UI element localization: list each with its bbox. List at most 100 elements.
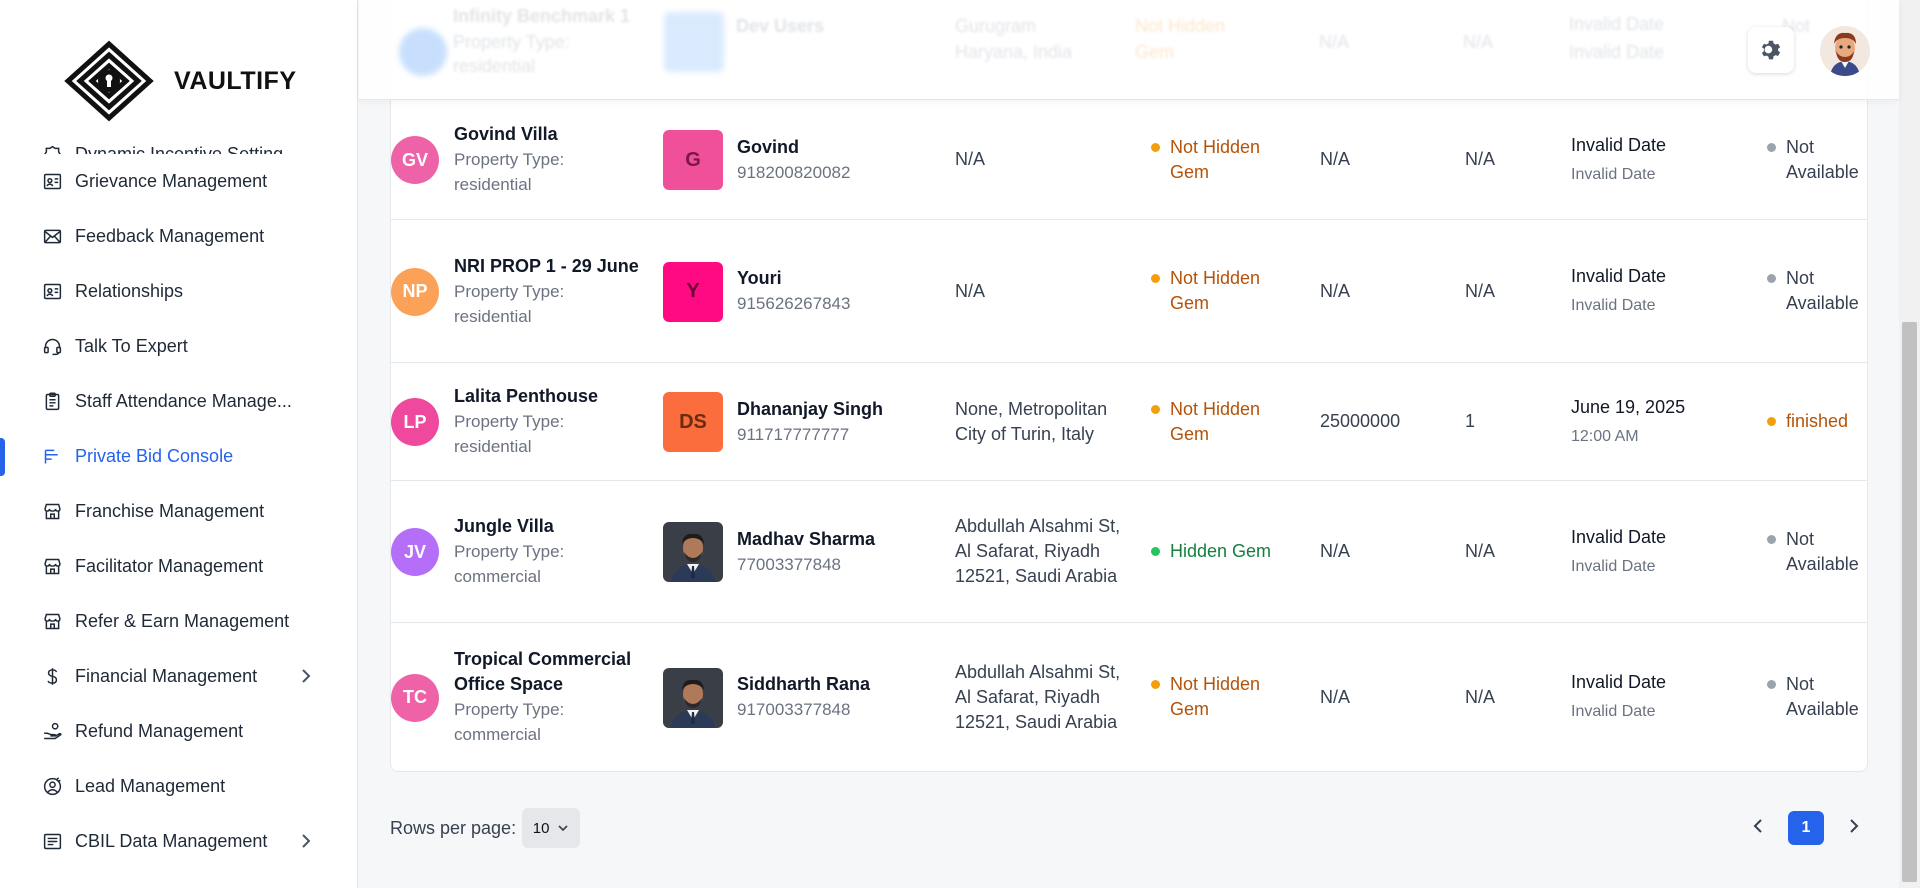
sidebar-item-refund-management[interactable]: Refund Management <box>0 704 357 759</box>
sidebar-item-inner: Dynamic Incentive Setting <box>40 142 283 154</box>
user-phone: 911717777777 <box>737 425 850 444</box>
sidebar-item-label: CBIL Data Management <box>75 831 268 851</box>
status-dot <box>1767 143 1776 152</box>
user-info: Govind 918200820082 <box>737 135 927 185</box>
date-main: June 19, 2025 <box>1571 397 1686 417</box>
headset-icon <box>40 335 64 359</box>
property-name[interactable]: NRI PROP 1 - 29 June <box>454 254 644 279</box>
date-main: Invalid Date <box>1571 672 1667 692</box>
man-photo <box>663 667 723 728</box>
main-content: GV Govind Villa Property Type: residential… <box>359 0 1899 888</box>
bid-count: 1 <box>1465 411 1476 431</box>
mail-icon <box>40 225 64 249</box>
settings-button[interactable] <box>1748 27 1794 73</box>
status-dot <box>1767 535 1776 544</box>
sidebar-item-feedback-management[interactable]: Feedback Management <box>0 209 357 264</box>
sidebar-item-label: Refer & Earn Management <box>75 611 290 631</box>
date-main: Invalid Date <box>1571 135 1667 155</box>
sidebar-item-franchise-management[interactable]: Franchise Management <box>0 484 357 539</box>
status-label: Not Available <box>1786 529 1859 574</box>
ghost-location-line2: Haryana, India <box>955 42 1073 62</box>
ghost-price: N/A <box>1319 32 1350 52</box>
ghost-property-name: Infinity Benchmark 1 <box>453 6 631 26</box>
store-icon <box>40 555 64 579</box>
bids-table: GV Govind Villa Property Type: residential… <box>390 0 1868 772</box>
man-photo <box>663 522 723 582</box>
scrollbar-thumb[interactable] <box>1902 322 1917 882</box>
user-avatar-icon <box>1820 26 1870 76</box>
user-circle-icon <box>40 775 64 799</box>
sidebar-item-label: Financial Management <box>75 666 258 686</box>
location: N/A <box>955 149 986 169</box>
rows-per-page-label: Rows per page: <box>390 817 517 838</box>
user-name[interactable]: Siddharth Rana <box>737 672 927 697</box>
status-dot <box>1151 143 1160 152</box>
user-name[interactable]: Dhananjay Singh <box>737 397 927 422</box>
user-phone: 917003377848 <box>737 700 851 719</box>
sidebar-item-facilitator-management[interactable]: Facilitator Management <box>0 539 357 594</box>
sidebar-item-staff-attendance-manage[interactable]: Staff Attendance Manage... <box>0 374 357 429</box>
chevron-left-icon <box>1753 818 1762 833</box>
rows-per-page-select[interactable]: 10 <box>522 808 581 848</box>
bid-amount: N/A <box>1320 541 1351 561</box>
property-name[interactable]: Jungle Villa <box>454 514 644 539</box>
property-type: Property Type: commercial <box>454 542 565 586</box>
avatar[interactable] <box>1820 26 1870 76</box>
page-scrollbar[interactable] <box>1899 0 1920 888</box>
user-name[interactable]: Youri <box>737 266 927 291</box>
sidebar-item-dynamic-incentive-setting[interactable]: Dynamic Incentive Setting <box>0 126 357 154</box>
property-info: Govind Villa Property Type: residential <box>454 122 644 197</box>
property-name[interactable]: Tropical Commercial Office Space <box>454 647 644 697</box>
gem-label: Not Hidden Gem <box>1170 399 1261 444</box>
sidebar-item-relationships[interactable]: Relationships <box>0 264 357 319</box>
table-row[interactable]: GV Govind Villa Property Type: residential… <box>391 100 1867 220</box>
user-phone: 915626267843 <box>737 294 851 313</box>
table-row[interactable]: TC Tropical Commercial Office Space Proper… <box>391 623 1867 771</box>
user-avatar: G <box>663 130 723 190</box>
sidebar-item-grievance-management[interactable]: Grievance Management <box>0 154 357 209</box>
page-button-current[interactable]: 1 <box>1788 811 1824 845</box>
property-avatar: JV <box>391 528 439 576</box>
bid-status: Not Available <box>1767 135 1867 185</box>
sidebar-item-lead-management[interactable]: Lead Management <box>0 759 357 814</box>
property-info: NRI PROP 1 - 29 June Property Type: resid… <box>454 254 644 329</box>
user-name[interactable]: Madhav Sharma <box>737 527 927 552</box>
date-sub: 12:00 AM <box>1571 428 1639 445</box>
next-page-button[interactable] <box>1844 816 1864 841</box>
gem-label: Not Hidden Gem <box>1170 137 1261 182</box>
clipboard-icon <box>40 390 64 414</box>
table-row[interactable]: LP Lalita Penthouse Property Type: residen… <box>391 363 1867 481</box>
sidebar-item-label: Dynamic Incentive Setting <box>75 143 284 155</box>
rows-per-page-value: 10 <box>532 819 550 837</box>
rows-per-page: Rows per page: 10 <box>390 808 581 848</box>
gem-status: Not Hidden Gem <box>1151 135 1276 185</box>
prev-page-button[interactable] <box>1748 816 1768 841</box>
ghost-location: Gurugram <box>955 16 1037 36</box>
sidebar-item-label: Lead Management <box>75 776 226 796</box>
sidebar-item-talk-to-expert[interactable]: Talk To Expert <box>0 319 357 374</box>
sidebar-item-private-bid-console[interactable]: Private Bid Console <box>0 429 357 484</box>
status-dot <box>1151 405 1160 414</box>
ghost-user-name: Dev Users <box>736 16 825 36</box>
sidebar-item-financial-management[interactable]: Financial Management <box>0 649 357 704</box>
ghost-gem: Not Hidden <box>1135 16 1226 36</box>
table-row[interactable]: JV Jungle Villa Property Type: commercial M… <box>391 481 1867 623</box>
bid-count: N/A <box>1465 149 1496 169</box>
bid-amount: N/A <box>1320 149 1351 169</box>
property-name[interactable]: Lalita Penthouse <box>454 384 644 409</box>
table-row[interactable]: NP NRI PROP 1 - 29 June Property Type: res… <box>391 220 1867 363</box>
property-name[interactable]: Govind Villa <box>454 122 644 147</box>
bid-amount: N/A <box>1320 687 1351 707</box>
sidebar-item-label: Staff Attendance Manage... <box>75 391 292 411</box>
sidebar-item-label: Refund Management <box>75 721 244 741</box>
sidebar-item-cbil-data-management[interactable]: CBIL Data Management <box>0 814 357 869</box>
brand[interactable]: VAULTIFY <box>64 40 297 122</box>
sidebar-item-refer-earn-management[interactable]: Refer & Earn Management <box>0 594 357 649</box>
bid-date: Invalid Date Invalid Date <box>1571 670 1731 724</box>
user-photo <box>663 522 723 582</box>
property-type: Property Type: residential <box>454 282 565 326</box>
user-photo <box>663 667 723 728</box>
sidebar-item-label: Grievance Management <box>75 171 268 191</box>
bid-date: Invalid Date Invalid Date <box>1571 264 1731 318</box>
user-name[interactable]: Govind <box>737 135 927 160</box>
